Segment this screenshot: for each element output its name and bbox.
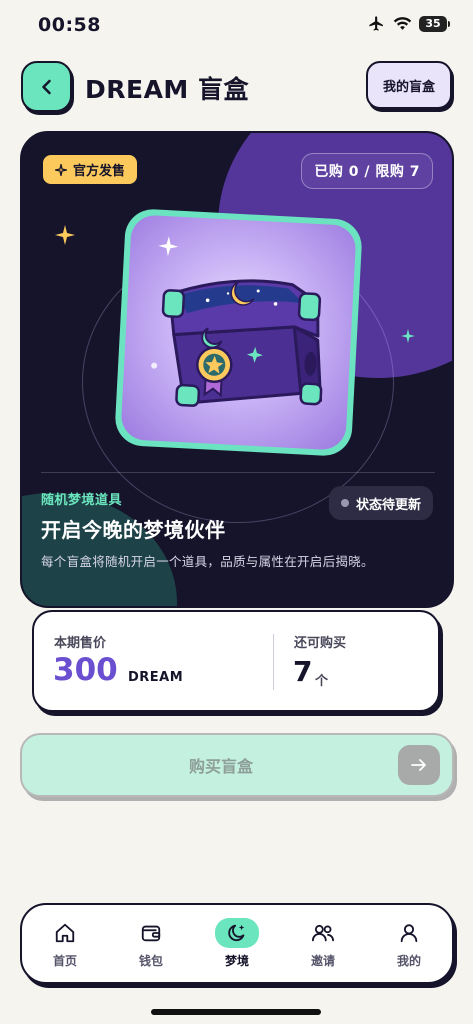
nav-label: 钱包 <box>138 954 163 968</box>
official-badge-label: 官方发售 <box>73 164 126 179</box>
home-indicator <box>151 1009 321 1015</box>
status-bar: 00:58 35 <box>0 0 473 50</box>
official-badge: 官方发售 <box>41 153 140 186</box>
remaining-unit: 个 <box>315 674 329 689</box>
nav-label: 梦境 <box>224 954 249 968</box>
hero-description: 每个盲盒将随机开启一个道具，品质与属性在开启后揭晓。 <box>41 554 374 569</box>
bottom-nav: 首页 钱包 梦境 邀请 我的 <box>20 903 454 984</box>
divider <box>273 634 274 690</box>
nav-item-dream[interactable]: 梦境 <box>194 905 280 982</box>
user-icon <box>387 918 431 948</box>
airplane-icon <box>369 16 383 31</box>
hero-title: 开启今晚的梦境伙伴 <box>41 518 226 542</box>
sparkle-icon <box>55 163 67 176</box>
wifi-icon <box>393 17 412 30</box>
nav-label: 我的 <box>396 954 421 968</box>
category-label: 随机梦境道具 <box>41 493 123 508</box>
nav-label: 邀请 <box>310 954 335 968</box>
remaining-value: 7 <box>293 655 313 688</box>
moon-icon <box>215 918 259 948</box>
page-title: DREAM 盲盒 <box>85 75 250 104</box>
back-button[interactable] <box>21 61 72 112</box>
nav-item-home[interactable]: 首页 <box>22 905 108 982</box>
status-label: 状态待更新 <box>355 497 421 513</box>
nav-item-wallet[interactable]: 钱包 <box>108 905 194 982</box>
price-unit: DREAM <box>128 670 184 685</box>
status-icons: 35 <box>367 15 450 32</box>
blind-box-illustration <box>120 214 357 451</box>
nav-item-invite[interactable]: 邀请 <box>280 905 366 982</box>
hero-card: 官方发售 已购 0 / 限购 7 随机梦境道具 状态待更新 开启今晚的梦境伙伴 … <box>20 131 454 608</box>
buy-box-label: 购买盲盒 <box>188 757 253 776</box>
divider <box>41 472 435 473</box>
sparkle-icon <box>401 329 415 343</box>
chevron-left-icon <box>41 79 51 94</box>
home-icon <box>43 918 87 948</box>
status-time: 00:58 <box>38 14 101 36</box>
status-badge: 状态待更新 <box>328 486 433 520</box>
users-icon <box>301 918 345 948</box>
sparkle-icon <box>55 225 75 245</box>
price-card: 本期售价 300 DREAM 还可购买 7 个 <box>32 610 440 712</box>
nav-item-me[interactable]: 我的 <box>366 905 452 982</box>
arrow-right-icon <box>398 745 440 785</box>
wallet-icon <box>129 918 173 948</box>
price-label: 本期售价 <box>54 636 107 651</box>
status-dot <box>340 499 349 507</box>
remaining-label: 还可购买 <box>294 636 347 651</box>
my-box-button[interactable]: 我的盲盒 <box>366 61 452 109</box>
buy-box-button[interactable]: 购买盲盒 <box>20 733 454 797</box>
nav-label: 首页 <box>52 954 77 968</box>
price-value: 300 <box>53 652 118 688</box>
purchase-limit-badge: 已购 0 / 限购 7 <box>301 153 433 189</box>
battery-icon: 35 <box>419 15 450 32</box>
